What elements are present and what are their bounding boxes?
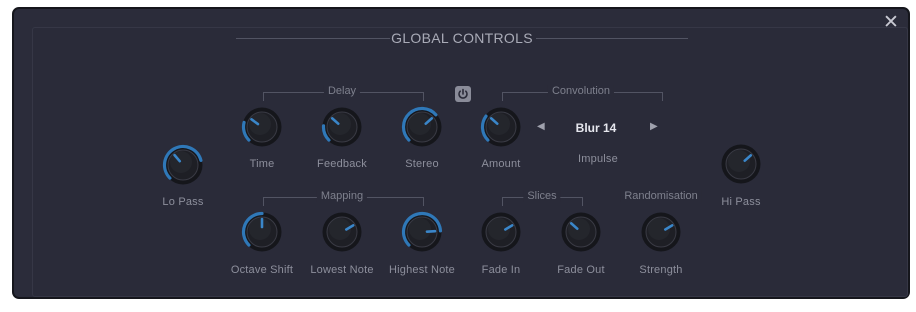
impulse-label: Impulse <box>578 153 618 165</box>
highest-note-indicator <box>425 229 437 233</box>
hi-pass-knob-graphic <box>721 144 761 184</box>
strength-knob-graphic <box>641 212 681 252</box>
power-icon[interactable] <box>455 86 471 102</box>
impulse-next-arrow-icon[interactable]: ▶ <box>650 121 658 132</box>
fade-in-label: Fade In <box>481 264 521 276</box>
fade-in-knob-graphic <box>481 212 521 252</box>
slices-bracket-right <box>582 197 583 206</box>
convolution-group-label: Convolution <box>547 85 615 97</box>
title-rule-right <box>536 38 688 39</box>
impulse-value[interactable]: Blur 14 <box>576 121 617 135</box>
amount-label: Amount <box>481 158 521 170</box>
fade-out-knob[interactable] <box>560 211 602 253</box>
octave-shift-label: Octave Shift <box>230 264 294 276</box>
strength-knob[interactable] <box>640 211 682 253</box>
slices-bracket-left <box>502 197 503 206</box>
highest-note-knob[interactable] <box>401 211 443 253</box>
feedback-knob-graphic <box>321 107 362 147</box>
mapping-group-label: Mapping <box>316 190 368 202</box>
hi-pass-label: Hi Pass <box>721 196 761 208</box>
stereo-knob[interactable] <box>401 106 443 148</box>
hi-pass-knob[interactable] <box>720 143 762 185</box>
lo-pass-label: Lo Pass <box>162 196 204 208</box>
delay-bracket-right <box>423 92 424 101</box>
power-icon-glyph <box>458 88 468 99</box>
mapping-bracket-left <box>263 197 264 206</box>
title-rule-left <box>236 38 390 39</box>
time-label: Time <box>249 158 275 170</box>
octave-shift-knob-graphic <box>241 211 282 252</box>
slices-group-label: Slices <box>523 190 561 202</box>
impulse-prev-arrow-icon[interactable]: ◀ <box>537 121 545 132</box>
lo-pass-knob-graphic <box>162 144 203 185</box>
stereo-label: Stereo <box>405 158 439 170</box>
close-icon[interactable]: ✕ <box>883 13 899 32</box>
amount-knob[interactable] <box>480 106 522 148</box>
time-knob-graphic <box>241 107 282 147</box>
amount-knob-graphic <box>480 107 521 147</box>
time-knob[interactable] <box>241 106 283 148</box>
convolution-bracket-right <box>662 92 663 101</box>
lowest-note-label: Lowest Note <box>310 264 374 276</box>
fade-in-knob[interactable] <box>480 211 522 253</box>
randomisation-group-label: Randomisation <box>620 190 702 202</box>
strength-label: Strength <box>639 264 683 276</box>
feedback-label: Feedback <box>317 158 367 170</box>
lowest-note-knob[interactable] <box>321 211 363 253</box>
delay-group-label: Delay <box>323 85 361 97</box>
global-controls-panel <box>12 7 910 299</box>
fade-out-knob-graphic <box>561 212 601 252</box>
octave-shift-knob[interactable] <box>241 211 283 253</box>
highest-note-label: Highest Note <box>389 264 455 276</box>
highest-note-knob-graphic <box>401 211 443 252</box>
convolution-bracket-left <box>502 92 503 101</box>
delay-bracket-left <box>263 92 264 101</box>
lo-pass-knob[interactable] <box>162 144 204 186</box>
mapping-bracket-right <box>423 197 424 206</box>
fade-out-label: Fade Out <box>557 264 605 276</box>
stereo-knob-graphic <box>401 106 442 147</box>
lowest-note-knob-graphic <box>322 212 362 252</box>
feedback-knob[interactable] <box>321 106 363 148</box>
panel-title: GLOBAL CONTROLS <box>391 30 533 46</box>
